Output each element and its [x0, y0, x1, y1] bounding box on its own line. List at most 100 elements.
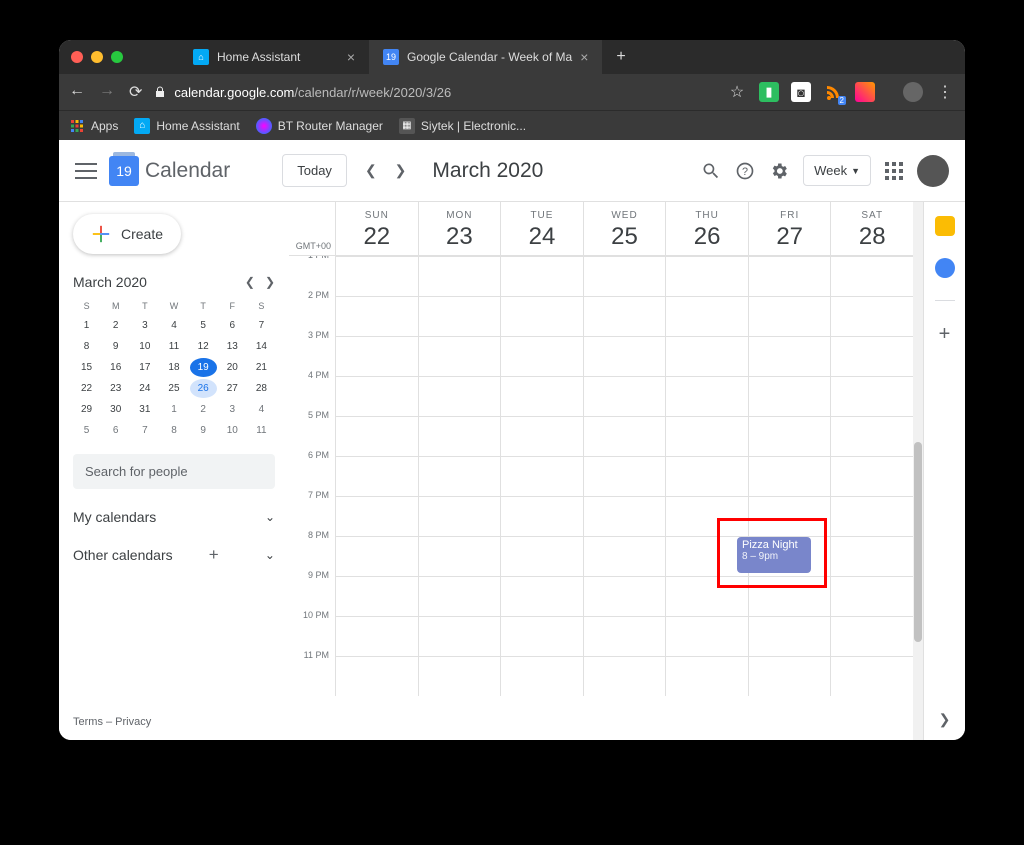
- today-button[interactable]: Today: [282, 154, 347, 187]
- hour-cell[interactable]: [500, 656, 583, 696]
- hour-cell[interactable]: [748, 296, 831, 336]
- day-header[interactable]: MON23: [418, 202, 501, 255]
- profile-avatar-icon[interactable]: [903, 82, 923, 102]
- hour-cell[interactable]: [665, 456, 748, 496]
- mini-day[interactable]: 18: [160, 358, 187, 377]
- hour-cell[interactable]: [335, 456, 418, 496]
- app-logo[interactable]: 19 Calendar: [109, 156, 230, 186]
- hour-cell[interactable]: [748, 256, 831, 296]
- menu-icon[interactable]: ⋮: [935, 82, 955, 102]
- browser-tab-home-assistant[interactable]: ⌂ Home Assistant ×: [179, 40, 369, 74]
- account-avatar[interactable]: [917, 155, 949, 187]
- vertical-scrollbar[interactable]: [913, 202, 923, 740]
- hour-cell[interactable]: [500, 296, 583, 336]
- hour-cell[interactable]: [418, 416, 501, 456]
- hour-cell[interactable]: [748, 376, 831, 416]
- mini-day[interactable]: 4: [248, 400, 275, 419]
- create-button[interactable]: Create: [73, 214, 181, 254]
- hour-cell[interactable]: [583, 416, 666, 456]
- forward-button[interactable]: →: [99, 82, 115, 102]
- hour-cell[interactable]: [500, 496, 583, 536]
- hour-cell[interactable]: [830, 656, 913, 696]
- hour-cell[interactable]: [583, 376, 666, 416]
- day-header[interactable]: SUN22: [335, 202, 418, 255]
- search-people-input[interactable]: Search for people: [73, 454, 275, 489]
- evernote-icon[interactable]: ▮: [759, 82, 779, 102]
- hour-cell[interactable]: [500, 256, 583, 296]
- hour-cell[interactable]: [583, 616, 666, 656]
- window-minimize-button[interactable]: [91, 51, 103, 63]
- mini-day[interactable]: 29: [73, 400, 100, 419]
- hour-cell[interactable]: [665, 656, 748, 696]
- hour-cell[interactable]: [665, 616, 748, 656]
- day-header[interactable]: WED25: [583, 202, 666, 255]
- mini-day[interactable]: 11: [248, 421, 275, 440]
- instagram-icon[interactable]: ◙: [791, 82, 811, 102]
- hour-cell[interactable]: [418, 456, 501, 496]
- footer-links[interactable]: Terms – Privacy: [73, 706, 275, 728]
- mini-day[interactable]: 9: [190, 421, 217, 440]
- address-bar[interactable]: calendar.google.com/calendar/r/week/2020…: [154, 85, 715, 100]
- mini-day[interactable]: 30: [102, 400, 129, 419]
- settings-button[interactable]: [769, 161, 789, 181]
- mini-day[interactable]: 27: [219, 379, 246, 398]
- hour-cell[interactable]: [418, 376, 501, 416]
- apps-button[interactable]: [885, 162, 903, 180]
- hour-cell[interactable]: [665, 296, 748, 336]
- hour-cell[interactable]: [583, 536, 666, 576]
- hour-cell[interactable]: [500, 576, 583, 616]
- day-header[interactable]: FRI27: [748, 202, 831, 255]
- back-button[interactable]: ←: [69, 82, 85, 102]
- help-button[interactable]: ?: [735, 161, 755, 181]
- hour-cell[interactable]: [583, 656, 666, 696]
- hour-cell[interactable]: [665, 416, 748, 456]
- mini-day[interactable]: 15: [73, 358, 100, 377]
- window-close-button[interactable]: [71, 51, 83, 63]
- hour-cell[interactable]: [335, 616, 418, 656]
- hour-cell[interactable]: [335, 536, 418, 576]
- hour-cell[interactable]: [830, 256, 913, 296]
- mini-day[interactable]: 17: [131, 358, 158, 377]
- mini-day[interactable]: 10: [219, 421, 246, 440]
- mini-day[interactable]: 13: [219, 337, 246, 356]
- mini-day[interactable]: 31: [131, 400, 158, 419]
- mini-day[interactable]: 6: [102, 421, 129, 440]
- mini-day[interactable]: 12: [190, 337, 217, 356]
- day-header[interactable]: TUE24: [500, 202, 583, 255]
- hour-cell[interactable]: [418, 656, 501, 696]
- hour-cell[interactable]: [583, 456, 666, 496]
- mini-day[interactable]: 4: [160, 316, 187, 335]
- rss-icon[interactable]: 2: [823, 82, 843, 102]
- mini-day[interactable]: 3: [219, 400, 246, 419]
- hour-cell[interactable]: [583, 296, 666, 336]
- hour-cell[interactable]: [418, 496, 501, 536]
- search-button[interactable]: [701, 161, 721, 181]
- day-header[interactable]: SAT28: [830, 202, 913, 255]
- bookmark-siytek[interactable]: ▦Siytek | Electronic...: [399, 118, 526, 134]
- hour-cell[interactable]: [830, 456, 913, 496]
- hour-cell[interactable]: [830, 496, 913, 536]
- hour-cell[interactable]: [335, 496, 418, 536]
- hour-cell[interactable]: [583, 336, 666, 376]
- collapse-panel-button[interactable]: ❯: [939, 711, 951, 728]
- extension-icon[interactable]: [855, 82, 875, 102]
- hour-cell[interactable]: [830, 536, 913, 576]
- hour-cell[interactable]: [830, 296, 913, 336]
- hour-cell[interactable]: [830, 416, 913, 456]
- hour-cell[interactable]: [830, 376, 913, 416]
- hour-cell[interactable]: [418, 336, 501, 376]
- hour-cell[interactable]: [583, 496, 666, 536]
- hour-cell[interactable]: [335, 256, 418, 296]
- mini-day[interactable]: 11: [160, 337, 187, 356]
- mini-day[interactable]: 7: [248, 316, 275, 335]
- hour-cell[interactable]: [418, 256, 501, 296]
- close-icon[interactable]: ×: [347, 49, 355, 65]
- hour-cell[interactable]: [500, 616, 583, 656]
- mini-day[interactable]: 2: [102, 316, 129, 335]
- mini-day[interactable]: 9: [102, 337, 129, 356]
- hour-cell[interactable]: [665, 336, 748, 376]
- add-calendar-button[interactable]: +: [209, 545, 219, 565]
- hour-cell[interactable]: [335, 336, 418, 376]
- mini-day[interactable]: 19: [190, 358, 217, 377]
- hour-cell[interactable]: [748, 656, 831, 696]
